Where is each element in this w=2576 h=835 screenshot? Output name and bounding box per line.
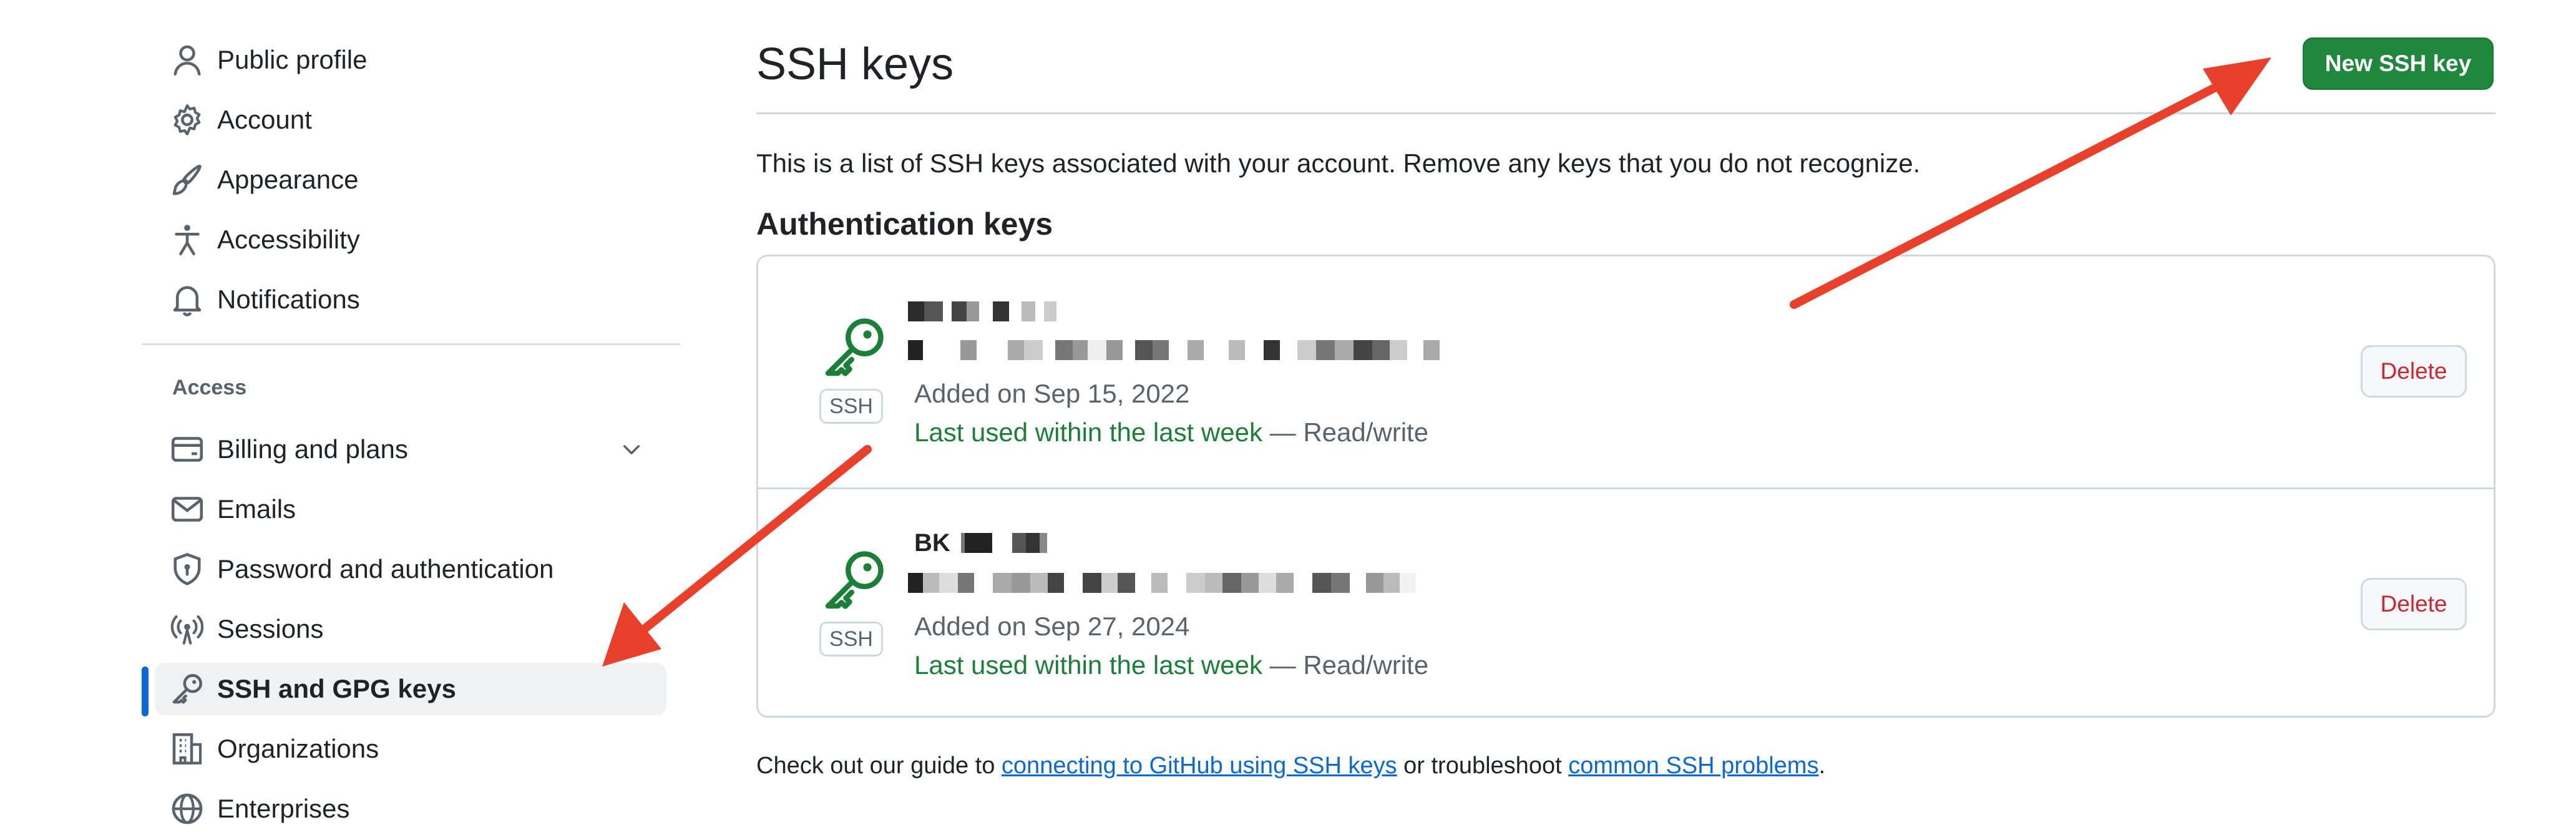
accessibility-icon bbox=[170, 222, 205, 257]
sidebar-item-public-profile[interactable]: Public profile bbox=[155, 34, 666, 86]
sidebar-item-ssh-gpg-keys[interactable]: SSH and GPG keys bbox=[155, 663, 666, 715]
gear-icon bbox=[170, 102, 205, 137]
sidebar-item-password-authentication[interactable]: Password and authentication bbox=[155, 543, 666, 595]
key-list-item: SSH Added on Sep 15, 2022 Last used with… bbox=[758, 256, 2494, 486]
organization-icon bbox=[170, 731, 205, 766]
sidebar-item-enterprises[interactable]: Enterprises bbox=[155, 783, 666, 835]
title-divider bbox=[756, 112, 2496, 114]
person-icon bbox=[170, 42, 205, 77]
sidebar-item-label: Billing and plans bbox=[217, 434, 408, 464]
sidebar-item-label: Accessibility bbox=[217, 225, 360, 254]
key-list-item: SSH BK Added on Sep 27, 2024 Last used w… bbox=[758, 487, 2494, 719]
key-icon bbox=[825, 318, 884, 376]
globe-icon bbox=[170, 791, 205, 826]
mail-icon bbox=[170, 492, 205, 527]
sidebar-item-label: Sessions bbox=[217, 614, 324, 643]
sidebar-item-appearance[interactable]: Appearance bbox=[155, 154, 666, 206]
intro-text: This is a list of SSH keys associated wi… bbox=[756, 149, 1921, 178]
sidebar-item-organizations[interactable]: Organizations bbox=[155, 723, 666, 775]
key-list: SSH Added on Sep 15, 2022 Last used with… bbox=[756, 255, 2496, 718]
redacted-key-title bbox=[961, 533, 1047, 553]
shield-lock-icon bbox=[170, 552, 205, 587]
key-icon bbox=[170, 671, 205, 706]
key-usage: Last used within the last week — Read/wr… bbox=[914, 417, 1428, 447]
sidebar-section-heading: Access bbox=[172, 376, 247, 399]
help-text-suffix: . bbox=[1818, 753, 1826, 779]
new-ssh-key-button[interactable]: New SSH key bbox=[2303, 37, 2494, 90]
sidebar-item-sessions[interactable]: Sessions bbox=[155, 603, 666, 655]
sidebar-item-label: Appearance bbox=[217, 165, 359, 194]
chevron-down-icon[interactable] bbox=[619, 437, 644, 462]
ssh-badge: SSH bbox=[819, 389, 883, 424]
key-added-date: Added on Sep 27, 2024 bbox=[914, 612, 1190, 641]
sidebar-item-label: Password and authentication bbox=[217, 554, 554, 584]
key-icon bbox=[825, 551, 884, 609]
paintbrush-icon bbox=[170, 162, 205, 197]
page-title: SSH keys bbox=[756, 39, 954, 89]
sidebar-item-accessibility[interactable]: Accessibility bbox=[155, 213, 666, 266]
broadcast-icon bbox=[170, 612, 205, 647]
key-added-date: Added on Sep 15, 2022 bbox=[914, 379, 1190, 408]
sidebar-item-label: Notifications bbox=[217, 285, 360, 314]
key-last-used: Last used within the last week bbox=[914, 650, 1262, 680]
sidebar-item-label: Enterprises bbox=[217, 794, 350, 823]
key-access-level: — Read/write bbox=[1262, 650, 1429, 680]
key-access-level: — Read/write bbox=[1262, 417, 1429, 447]
section-heading: Authentication keys bbox=[756, 207, 1053, 242]
sidebar-item-account[interactable]: Account bbox=[155, 94, 666, 146]
help-text-prefix: Check out our guide to bbox=[756, 753, 1002, 779]
key-last-used: Last used within the last week bbox=[914, 417, 1262, 447]
help-text-middle: or troubleshoot bbox=[1397, 753, 1569, 779]
sidebar-item-emails[interactable]: Emails bbox=[155, 483, 666, 535]
key-title: BK bbox=[914, 529, 950, 557]
active-indicator bbox=[142, 667, 149, 716]
delete-key-button[interactable]: Delete bbox=[2361, 345, 2467, 398]
sidebar-item-label: SSH and GPG keys bbox=[217, 674, 456, 703]
redacted-key-fingerprint bbox=[908, 573, 1416, 593]
delete-key-button[interactable]: Delete bbox=[2361, 578, 2467, 630]
ssh-badge: SSH bbox=[819, 622, 883, 657]
help-text: Check out our guide to connecting to Git… bbox=[756, 753, 1825, 779]
sidebar-item-notifications[interactable]: Notifications bbox=[155, 273, 666, 326]
sidebar-item-label: Public profile bbox=[217, 45, 368, 74]
sidebar-item-label: Organizations bbox=[217, 734, 379, 763]
ssh-guide-link[interactable]: connecting to GitHub using SSH keys bbox=[1002, 753, 1397, 779]
key-usage: Last used within the last week — Read/wr… bbox=[914, 650, 1428, 680]
redacted-key-fingerprint bbox=[908, 340, 1440, 360]
redacted-key-title bbox=[908, 301, 1056, 321]
credit-card-icon bbox=[170, 432, 205, 467]
bell-icon bbox=[170, 282, 205, 317]
sidebar-divider bbox=[142, 343, 680, 345]
sidebar-item-label: Emails bbox=[217, 494, 296, 524]
settings-sidebar: Public profile Account Appearance Access… bbox=[0, 0, 686, 824]
sidebar-item-billing[interactable]: Billing and plans bbox=[155, 423, 666, 476]
sidebar-item-label: Account bbox=[217, 105, 312, 134]
ssh-problems-link[interactable]: common SSH problems bbox=[1568, 753, 1818, 779]
